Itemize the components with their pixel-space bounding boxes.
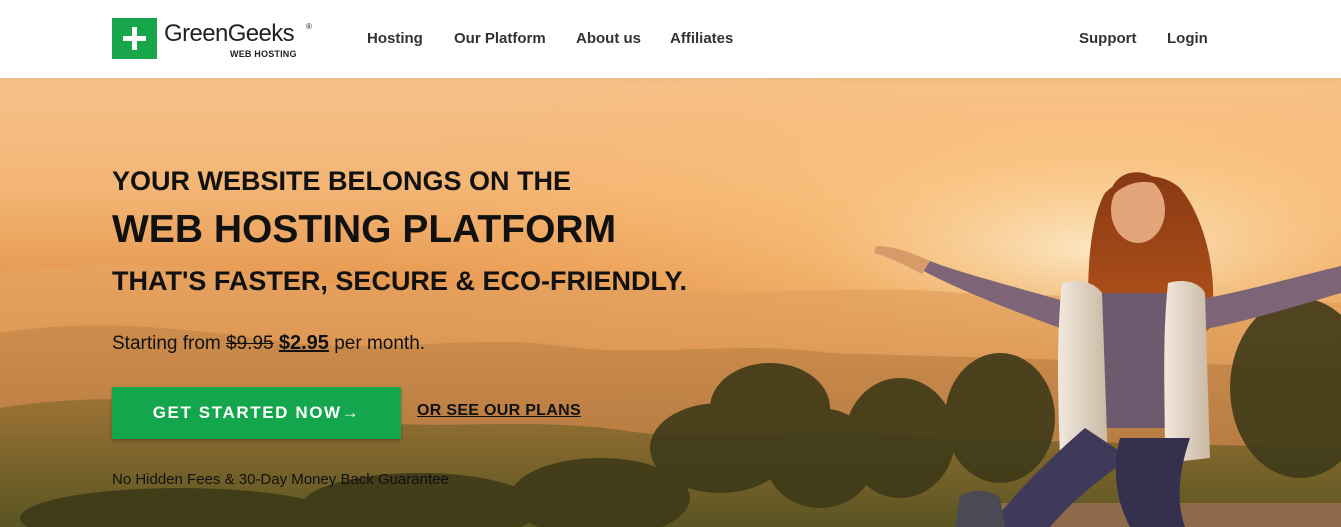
- plus-icon: [112, 18, 157, 59]
- nav-support[interactable]: Support: [1079, 30, 1137, 48]
- logo-wordmark: GreenGeeks: [164, 20, 295, 47]
- nav-hosting[interactable]: Hosting: [367, 30, 423, 48]
- hero-headline-line-1: YOUR WEBSITE BELONGS ON THE: [112, 166, 572, 196]
- logo-tagline: WEB HOSTING: [230, 49, 297, 59]
- nav-affiliates[interactable]: Affiliates: [670, 30, 733, 48]
- get-started-label: GET STARTED NOW: [152, 403, 342, 422]
- price-prefix: Starting from: [112, 333, 221, 354]
- site-header: GreenGeeks ® WEB HOSTING Hosting Our Pla…: [0, 0, 1341, 78]
- see-plans-link[interactable]: OR SEE OUR PLANS: [417, 402, 581, 420]
- hero-headline-main: WEB HOSTING PLATFORM: [112, 208, 617, 251]
- greengeeks-logo[interactable]: GreenGeeks ® WEB HOSTING: [112, 18, 317, 60]
- new-price: $2.95: [278, 332, 329, 354]
- nav-our-platform[interactable]: Our Platform: [454, 30, 546, 48]
- hero-headline-line-3: THAT'S FASTER, SECURE & ECO-FRIENDLY.: [112, 266, 687, 296]
- guarantee-text: No Hidden Fees & 30-Day Money Back Guara…: [112, 471, 449, 488]
- nav-login[interactable]: Login: [1167, 30, 1208, 48]
- registered-mark: ®: [306, 22, 312, 31]
- get-started-button[interactable]: GET STARTED NOW→: [112, 387, 401, 439]
- arrow-right-icon: →: [341, 403, 361, 422]
- nav-about-us[interactable]: About us: [576, 30, 641, 48]
- price-suffix: per month.: [334, 333, 426, 354]
- hero-photo: [0, 78, 1341, 527]
- hero-banner: YOUR WEBSITE BELONGS ON THE WEB HOSTING …: [0, 78, 1341, 527]
- price-line: Starting from $9.95 $2.95 per month.: [112, 331, 425, 356]
- old-price: $9.95: [226, 333, 274, 354]
